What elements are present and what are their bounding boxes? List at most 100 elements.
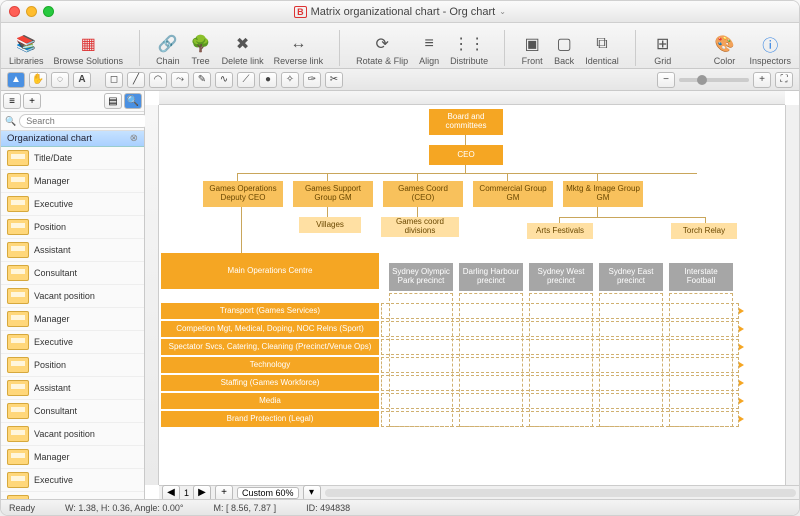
hand-tool[interactable]: ✋: [29, 72, 47, 88]
sidebar-item[interactable]: Manager: [1, 170, 144, 193]
anchor-tool[interactable]: ✧: [281, 72, 299, 88]
identical-button[interactable]: ⧉Identical: [585, 33, 619, 66]
hscroll-track[interactable]: [325, 489, 796, 497]
node-l2-0[interactable]: Games Operations Deputy CEO: [203, 181, 283, 207]
search-input[interactable]: [19, 114, 150, 128]
node-col-4[interactable]: Interstate Football: [669, 263, 733, 291]
sidebar-item[interactable]: Executive: [1, 193, 144, 216]
shape-tool[interactable]: ◻: [105, 72, 123, 88]
text-tool[interactable]: A: [73, 72, 91, 88]
next-page-button[interactable]: ▶: [193, 485, 211, 500]
scrollbar-vertical[interactable]: [785, 105, 799, 485]
align-button[interactable]: ≡Align: [418, 33, 440, 66]
sidebar-search-button[interactable]: 🔍: [124, 93, 142, 109]
node-l2-3[interactable]: Commercial Group GM: [473, 181, 553, 207]
sidebar-view-list-button[interactable]: ▤: [104, 93, 122, 109]
node-l3-0[interactable]: Villages: [299, 217, 361, 233]
node-row-0[interactable]: Transport (Games Services): [161, 303, 379, 319]
sidebar-item[interactable]: Title/Date: [1, 147, 144, 170]
front-button[interactable]: ▣Front: [521, 33, 543, 66]
zoom-out-button[interactable]: −: [657, 72, 675, 88]
sidebar-group-header[interactable]: Organizational chart ⊗: [1, 131, 144, 147]
node-ceo[interactable]: CEO: [429, 145, 503, 165]
node-l3-1[interactable]: Games coord divisions: [381, 217, 459, 237]
node-main-ops[interactable]: Main Operations Centre: [161, 253, 379, 289]
sidebar-item[interactable]: Executive: [1, 331, 144, 354]
sidebar-item[interactable]: Position: [1, 354, 144, 377]
node-col-2[interactable]: Sydney West precinct: [529, 263, 593, 291]
sidebar-item-label: Executive: [34, 337, 73, 347]
sidebar-item[interactable]: Consultant: [1, 400, 144, 423]
node-row-6[interactable]: Brand Protection (Legal): [161, 411, 379, 427]
grid-button[interactable]: ⊞Grid: [652, 33, 674, 66]
node-row-5[interactable]: Media: [161, 393, 379, 409]
back-button[interactable]: ▢Back: [553, 33, 575, 66]
prev-page-button[interactable]: ◀: [162, 485, 180, 500]
tree-button[interactable]: 🌳Tree: [190, 33, 212, 66]
sidebar-item-label: Title/Date: [34, 153, 72, 163]
eyedrop-tool[interactable]: ✑: [303, 72, 321, 88]
canvas[interactable]: Board and committees CEO Games Operations …: [159, 105, 785, 485]
chain-button[interactable]: 🔗Chain: [156, 33, 180, 66]
libraries-button[interactable]: 📚Libraries: [9, 33, 44, 66]
spline-tool[interactable]: ∿: [215, 72, 233, 88]
sidebar-item-label: Manager: [34, 314, 70, 324]
node-l2-1[interactable]: Games Support Group GM: [293, 181, 373, 207]
browse-button[interactable]: ▦Browse Solutions: [54, 33, 124, 66]
smart-tool[interactable]: ✎: [193, 72, 211, 88]
arrow-right-icon: [739, 344, 744, 350]
node-col-0[interactable]: Sydney Olympic Park precinct: [389, 263, 453, 291]
arc-tool[interactable]: ◠: [149, 72, 167, 88]
zoom-slider[interactable]: [679, 78, 749, 82]
rotate-button[interactable]: ⟳Rotate & Flip: [356, 33, 408, 66]
inspectors-button[interactable]: ⓘInspectors: [749, 33, 791, 66]
sidebar-item[interactable]: Vacant position: [1, 285, 144, 308]
chevron-down-icon[interactable]: ⌄: [499, 7, 506, 16]
scrollbar-horizontal[interactable]: ◀ 1 ▶ + Custom 60% ▾: [159, 485, 799, 499]
node-col-3[interactable]: Sydney East precinct: [599, 263, 663, 291]
sidebar-item[interactable]: Consultant: [1, 262, 144, 285]
sidebar-item[interactable]: Assistant: [1, 377, 144, 400]
pointer-tool[interactable]: ▲: [7, 72, 25, 88]
segment-tool[interactable]: ⟋: [237, 72, 255, 88]
sidebar-item-label: Position: [34, 498, 66, 499]
arrow-right-icon: [739, 398, 744, 404]
distribute-button[interactable]: ⋮⋮Distribute: [450, 33, 488, 66]
connector-tool[interactable]: ⤳: [171, 72, 189, 88]
node-l3-3[interactable]: Torch Relay: [671, 223, 737, 239]
sidebar-add-button[interactable]: +: [23, 93, 41, 109]
node-col-1[interactable]: Darling Harbour precinct: [459, 263, 523, 291]
sidebar-item[interactable]: Manager: [1, 446, 144, 469]
zoom-level[interactable]: Custom 60%: [237, 487, 299, 499]
node-tool[interactable]: ●: [259, 72, 277, 88]
sidebar-item[interactable]: Position: [1, 492, 144, 499]
zoom-in-button[interactable]: +: [753, 72, 771, 88]
add-page-button[interactable]: +: [215, 485, 233, 500]
node-row-3[interactable]: Technology: [161, 357, 379, 373]
node-l2-4[interactable]: Mktg & Image Group GM: [563, 181, 643, 207]
sidebar-item-label: Position: [34, 222, 66, 232]
lasso-tool[interactable]: ◌: [51, 72, 69, 88]
connector-line: [241, 207, 242, 253]
identical-icon: ⧉: [591, 33, 613, 55]
node-board[interactable]: Board and committees: [429, 109, 503, 135]
zoom-dropdown[interactable]: ▾: [303, 485, 321, 500]
crop-tool[interactable]: ✂: [325, 72, 343, 88]
node-row-4[interactable]: Staffing (Games Workforce): [161, 375, 379, 391]
delete-link-button[interactable]: ✖Delete link: [222, 33, 264, 66]
sidebar-item[interactable]: Position: [1, 216, 144, 239]
color-button[interactable]: 🎨Color: [713, 33, 735, 66]
line-tool[interactable]: ╱: [127, 72, 145, 88]
sidebar-item[interactable]: Vacant position: [1, 423, 144, 446]
sidebar-item[interactable]: Manager: [1, 308, 144, 331]
sidebar-item[interactable]: Assistant: [1, 239, 144, 262]
zoom-fit-button[interactable]: ⛶: [775, 72, 793, 88]
node-l2-2[interactable]: Games Coord (CEO): [383, 181, 463, 207]
sidebar-menu-button[interactable]: ≡: [3, 93, 21, 109]
node-row-2[interactable]: Spectator Svcs, Catering, Cleaning (Prec…: [161, 339, 379, 355]
reverse-link-button[interactable]: ↔Reverse link: [274, 33, 324, 66]
sidebar-item[interactable]: Executive: [1, 469, 144, 492]
node-row-1[interactable]: Competion Mgt, Medical, Doping, NOC Reln…: [161, 321, 379, 337]
close-icon[interactable]: ⊗: [130, 133, 138, 144]
node-l3-2[interactable]: Arts Festivals: [527, 223, 593, 239]
